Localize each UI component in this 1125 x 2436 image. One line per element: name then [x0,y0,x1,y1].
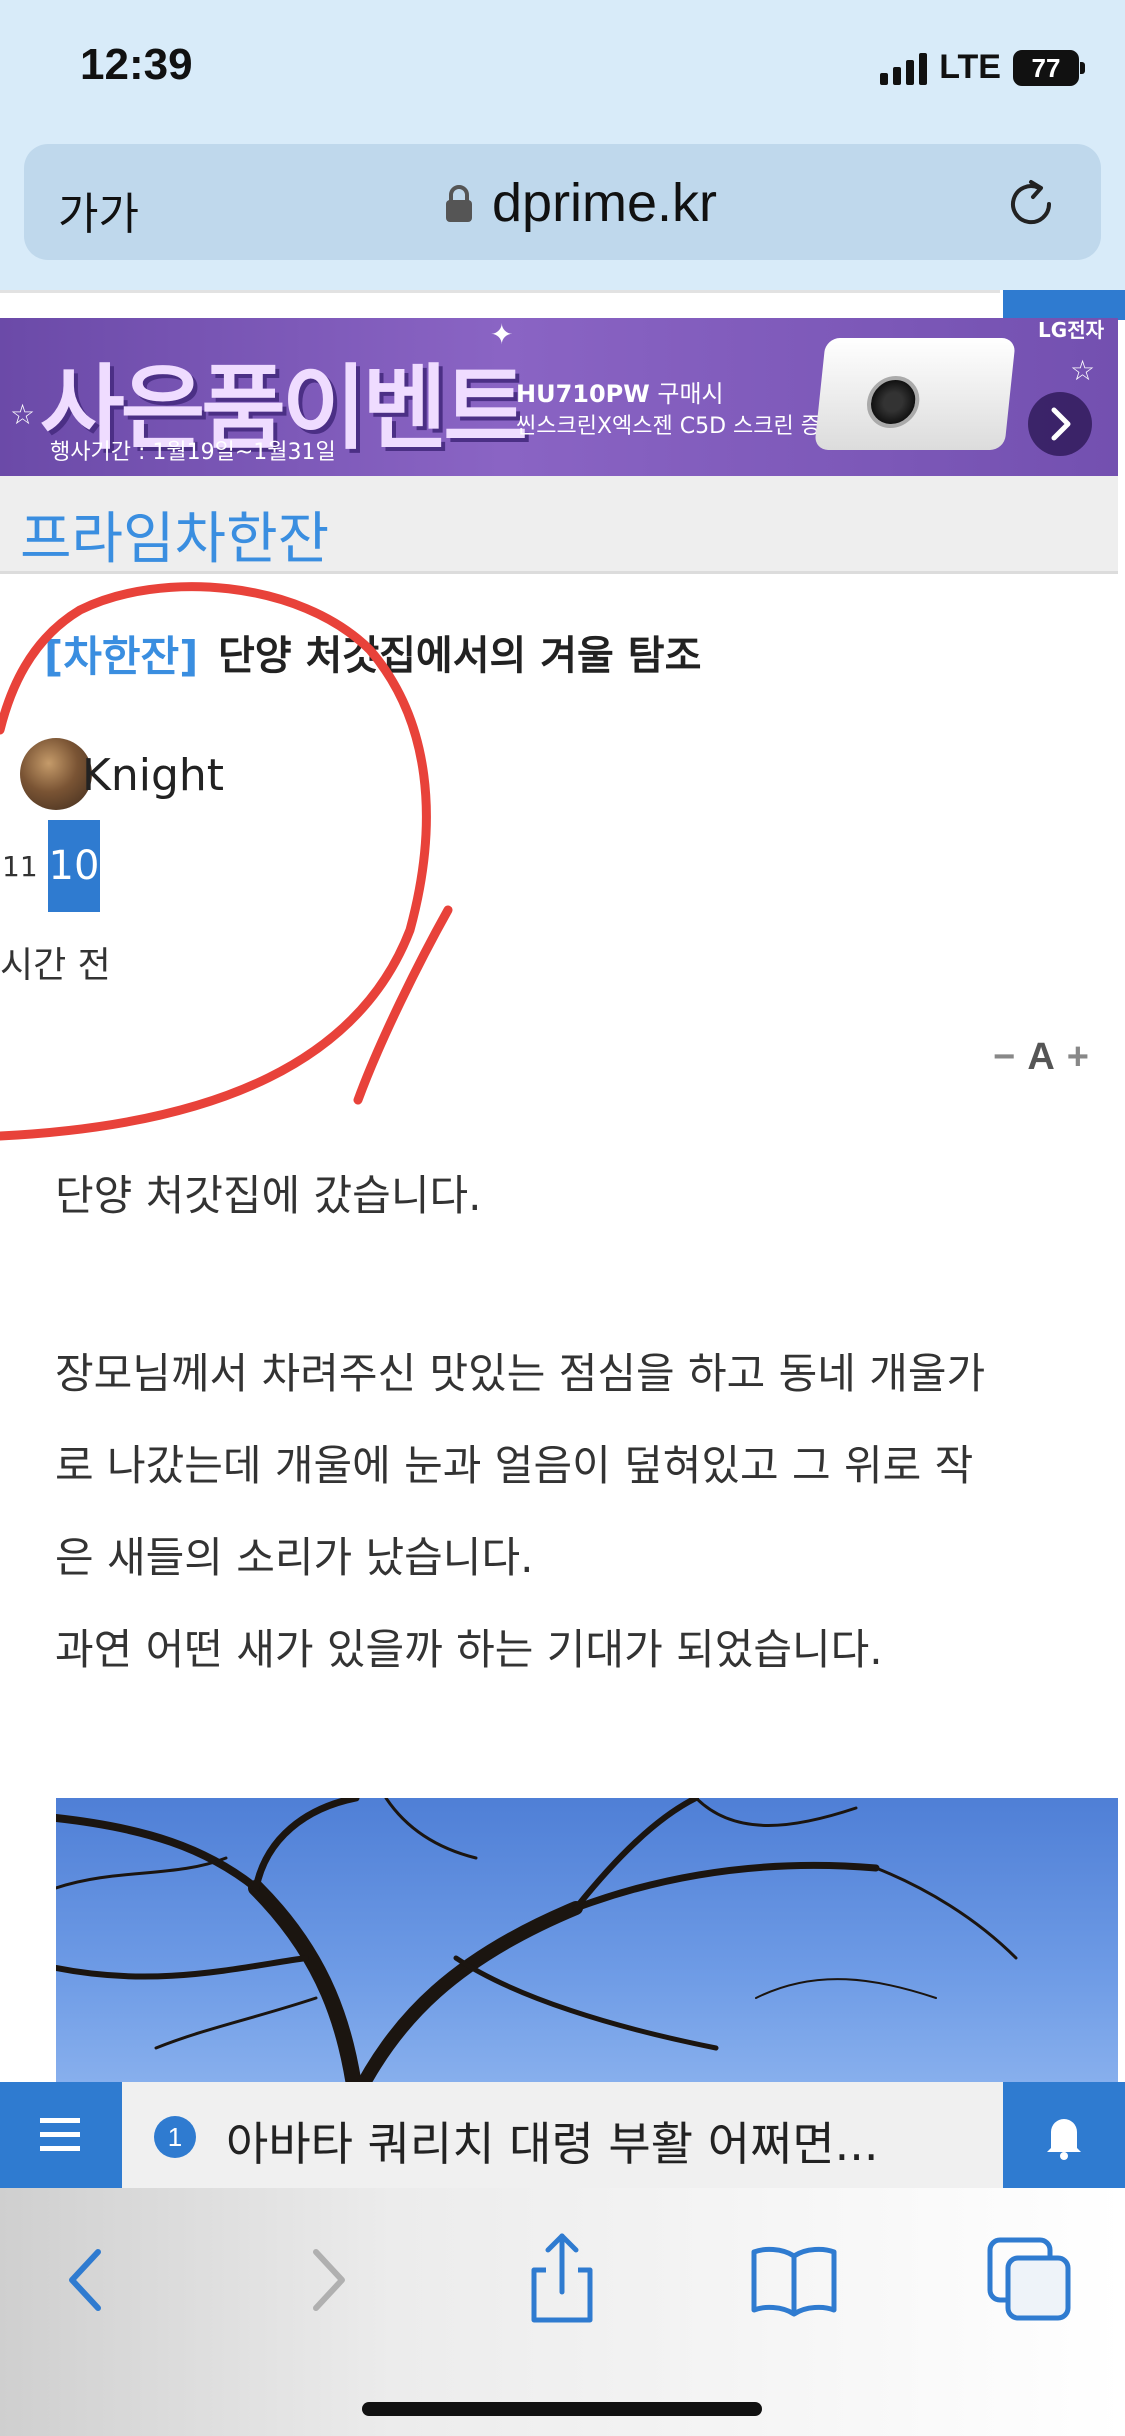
hamburger-menu-icon [40,2118,80,2151]
post-meta-count-highlight: 10 [48,820,100,912]
top-divider [0,290,1000,293]
chevron-right-icon [1051,407,1071,441]
body-paragraph: 장모님께서 차려주신 맛있는 점심을 하고 동네 개울가 [55,1349,986,1398]
right-accent-bar [1003,290,1125,320]
address-bar[interactable]: 가가 dprime.kr [24,144,1101,260]
ad-banner[interactable]: ☆ ✦ ☆ 사은품이벤트 행사기간 : 1월19일~1월31일 HU710PW … [0,318,1118,476]
cellular-signal-icon [880,51,928,85]
post-meta-count: 11 [2,850,38,883]
body-paragraph: 과연 어떤 새가 있을까 하는 기대가 되었습니다. [55,1625,883,1674]
board-title[interactable]: 프라임차한잔 [20,494,329,575]
banner-next-button[interactable] [1028,392,1092,456]
post-photo[interactable] [56,1798,1118,2098]
post-title: 단양 처갓집에서의 겨울 탐조 [218,633,702,679]
body-paragraph: 단양 처갓집에 갔습니다. [55,1171,482,1220]
web-page: ☆ ✦ ☆ 사은품이벤트 행사기간 : 1월19일~1월31일 HU710PW … [0,290,1125,2098]
status-time: 12:39 [80,40,193,89]
menu-button[interactable] [0,2082,122,2188]
back-icon[interactable] [36,2230,136,2330]
font-size-controls: − A + [993,1036,1089,1079]
browser-top-area: 12:39 LTE 77 가가 dprime.kr [0,0,1125,290]
banner-period: 행사기간 : 1월19일~1월31일 [50,440,336,465]
status-indicators: LTE 77 [880,48,1085,87]
star-icon: ☆ [1070,354,1096,387]
body-paragraph: 은 새들의 소리가 났습니다. [55,1533,534,1582]
author-name[interactable]: Knight [82,750,224,801]
font-label: A [1027,1036,1055,1078]
projector-lens [864,376,922,428]
projector-image [814,338,1016,450]
browser-toolbar [0,2188,1125,2436]
bookmarks-icon[interactable] [744,2230,844,2330]
lock-icon [446,185,472,222]
post-time: 시간 전 [0,945,111,986]
share-icon[interactable] [512,2230,612,2330]
notice-badge: 1 [154,2116,196,2158]
banner-promo: 씬스크린X엑스젠 C5D 스크린 증정! [516,414,851,439]
text-size-button[interactable]: 가가 [58,178,139,242]
battery-icon: 77 [1013,49,1085,86]
reload-icon[interactable] [1001,174,1061,234]
bell-icon [1047,2119,1081,2160]
star-icon: ☆ [10,398,36,431]
font-decrease-button[interactable]: − [993,1036,1015,1079]
notice-bar[interactable]: 1 아바타 쿼리치 대령 부활 어쩌면... [0,2082,1125,2188]
post-category[interactable]: [차한잔] [44,623,198,684]
network-type: LTE [939,48,1001,86]
url-text[interactable]: dprime.kr [492,172,717,234]
board-header[interactable]: 프라임차한잔 [0,476,1118,574]
tree-branches-image [56,1798,1018,2098]
body-paragraph: 로 나갔는데 개울에 눈과 얼음이 덮혀있고 그 위로 작 [55,1441,974,1490]
tabs-icon[interactable] [980,2230,1080,2330]
home-indicator [362,2402,762,2416]
font-increase-button[interactable]: + [1067,1036,1089,1079]
notice-text[interactable]: 아바타 쿼리치 대령 부활 어쩌면... [226,2108,879,2174]
forward-icon[interactable] [278,2230,378,2330]
brand-logo: LG전자 [1038,318,1104,342]
banner-model: HU710PW 구매시 [516,380,724,408]
notification-button[interactable] [1003,2082,1125,2188]
